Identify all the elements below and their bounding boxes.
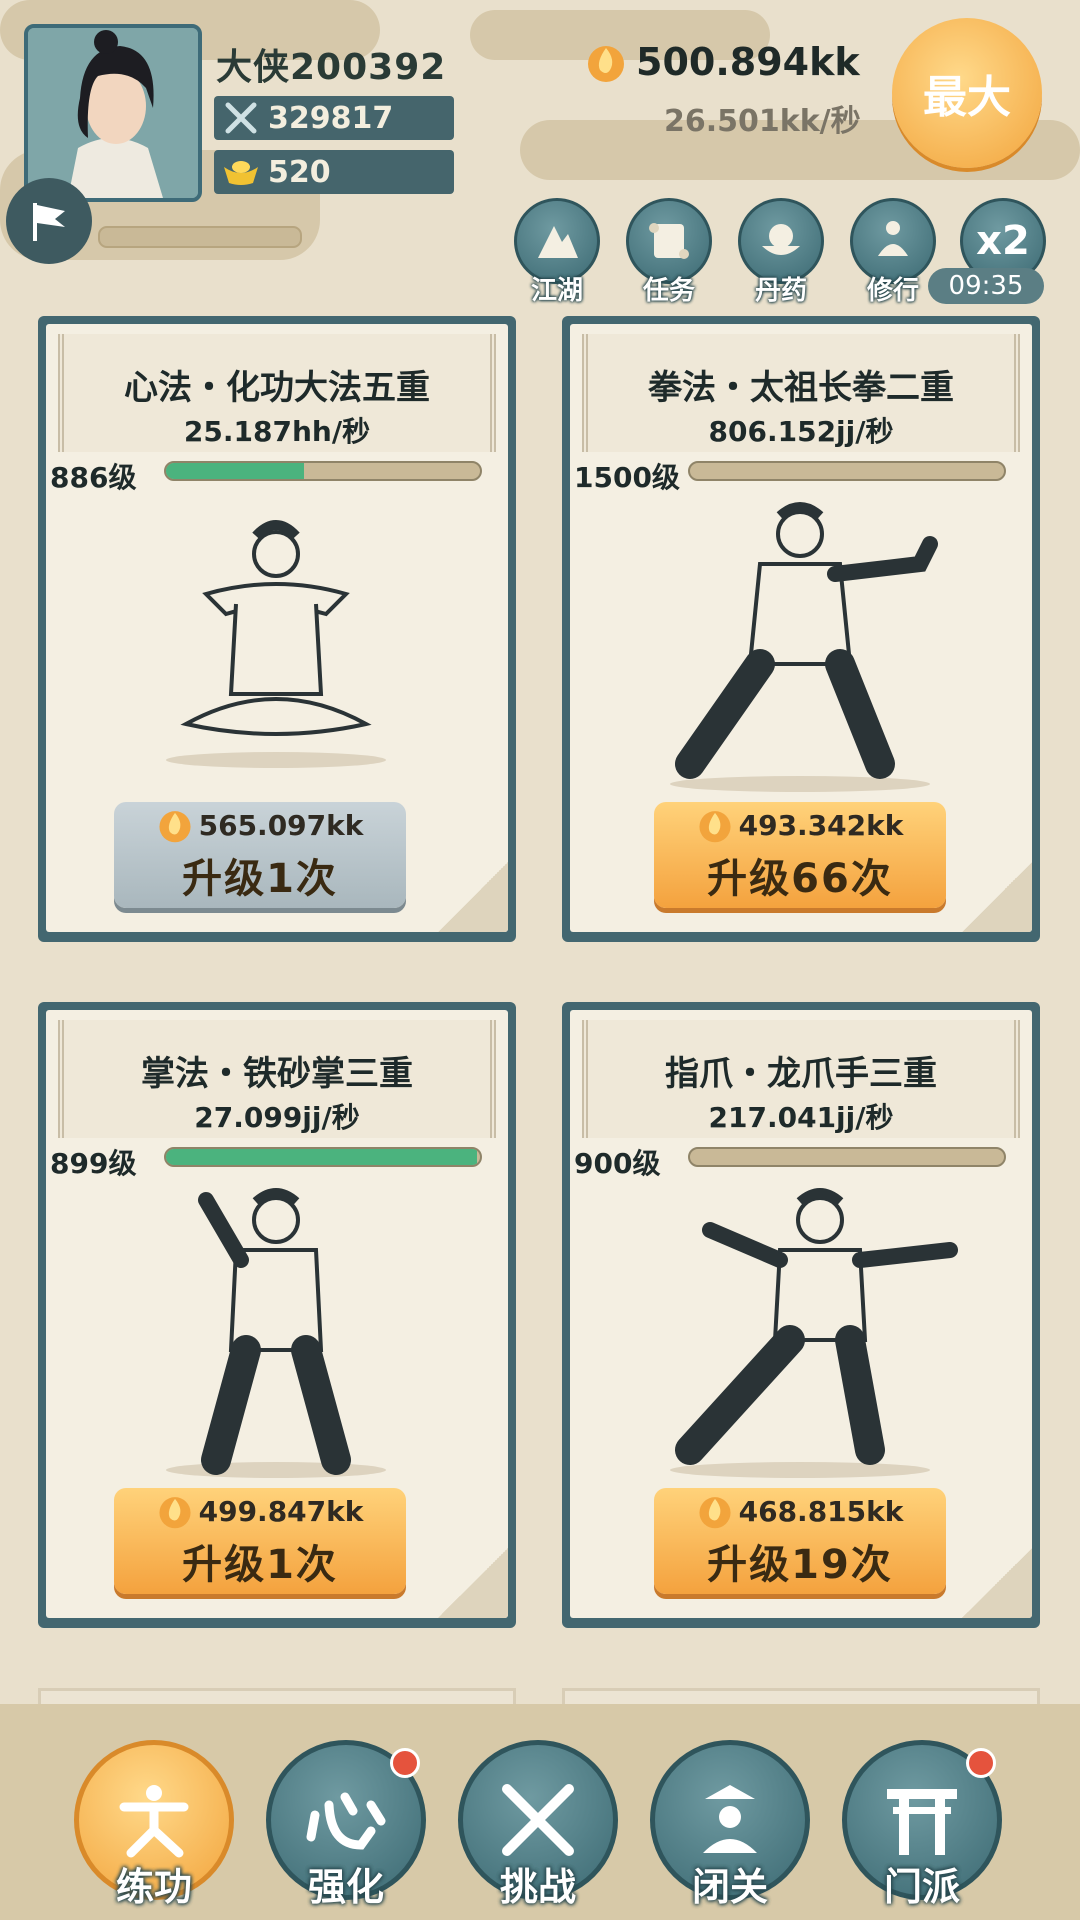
skill-rate: 27.099jj/秒 (194, 1101, 360, 1134)
gold-ingot-icon (214, 150, 268, 194)
card-header: 指爪・龙爪手三重 217.041jj/秒 (582, 1020, 1020, 1138)
scroll-icon (649, 223, 689, 259)
upgrade-label: 升级1次 (182, 1542, 338, 1588)
skill-name: 掌法・铁砂掌三重 (141, 1054, 413, 1094)
gate-icon (887, 1789, 957, 1855)
gold-flame-icon (159, 811, 191, 843)
level-progress-bar (688, 461, 1006, 481)
level-progress-bar (164, 461, 482, 481)
hero-portrait-icon (28, 28, 198, 198)
cost-value: 565.097kk (198, 808, 364, 842)
level-progress-fill (166, 463, 305, 479)
page-curl (962, 862, 1032, 932)
skill-level: 900级 (574, 1147, 661, 1180)
elixir-label: 丹药 (754, 276, 807, 306)
card-body: 掌法・铁砂掌三重 27.099jj/秒 899级 499.847kk 升级1次 (46, 1010, 508, 1618)
level-progress-bar (164, 1147, 482, 1167)
gold-amount: 500.894kk (636, 40, 860, 84)
upgrade-label: 升级66次 (707, 856, 893, 902)
cost-value: 468.815kk (738, 1494, 904, 1528)
upgrade-label: 升级19次 (707, 1542, 893, 1588)
skill-rate: 217.041jj/秒 (708, 1101, 894, 1134)
enhance-badge (390, 1748, 420, 1778)
player-name: 大侠200392 (216, 47, 447, 88)
ingot-stat: 520 (214, 150, 454, 194)
upgrade-button[interactable]: 468.815kk 升级19次 (654, 1488, 946, 1594)
max-button[interactable]: 最大 (892, 18, 1042, 168)
nav-challenge-label: 挑战 (499, 1865, 576, 1909)
card-body: 心法・化功大法五重 25.187hh/秒 886级 565.097kk 升级1次 (46, 324, 508, 932)
power-value: 329817 (268, 100, 394, 136)
power-stat: 329817 (214, 96, 454, 140)
skill-level: 886级 (50, 461, 137, 494)
seclusion-icon (703, 1785, 757, 1853)
player-avatar[interactable] (24, 24, 202, 202)
upgrade-cost: 468.815kk (697, 1492, 904, 1530)
gold-flame-icon (699, 811, 731, 843)
cultivate-label: 修行 (866, 276, 919, 306)
upgrade-cost: 565.097kk (157, 806, 364, 844)
skill-level: 899级 (50, 1147, 137, 1180)
page-curl (438, 862, 508, 932)
sect-badge (966, 1748, 996, 1778)
skill-card: 指爪・龙爪手三重 217.041jj/秒 900级 468.815kk 升级19… (562, 1002, 1040, 1628)
skill-card: 拳法・太祖长拳二重 806.152jj/秒 1500级 493.342kk 升级… (562, 316, 1040, 942)
cost-value: 493.342kk (738, 808, 904, 842)
meditate-icon (878, 221, 908, 256)
nav-sect-label: 门派 (883, 1865, 960, 1909)
card-body: 拳法・太祖长拳二重 806.152jj/秒 1500级 493.342kk 升级… (570, 324, 1032, 932)
nav-seclusion-label: 闭关 (691, 1865, 768, 1909)
level-progress-fill (166, 1149, 477, 1165)
gold-flame-icon (586, 40, 626, 88)
nav-practice-label: 练功 (115, 1865, 192, 1909)
level-progress-bar (688, 1147, 1006, 1167)
pill-bowl-icon (762, 224, 800, 255)
meditating-figure-icon (166, 520, 386, 768)
upgrade-button[interactable]: 493.342kk 升级66次 (654, 802, 946, 908)
skill-name: 心法・化功大法五重 (124, 368, 430, 408)
heart-char-icon (306, 1792, 386, 1850)
upgrade-cost: 493.342kk (697, 806, 904, 844)
page-curl (962, 1548, 1032, 1618)
upgrade-button[interactable]: 499.847kk 升级1次 (114, 1488, 406, 1594)
mountain-icon (538, 226, 578, 258)
upgrade-button[interactable]: 565.097kk 升级1次 (114, 802, 406, 908)
skill-name: 拳法・太祖长拳二重 (648, 368, 954, 408)
claw-stance-figure-icon (670, 1188, 958, 1478)
upgrade-cost: 499.847kk (157, 1492, 364, 1530)
experience-bar (98, 226, 302, 248)
skill-card: 掌法・铁砂掌三重 27.099jj/秒 899级 499.847kk 升级1次 (38, 1002, 516, 1628)
ingot-value: 520 (268, 154, 331, 190)
flag-icon (33, 203, 65, 241)
nav-enhance-label: 强化 (307, 1865, 384, 1909)
crossed-swords-icon (214, 96, 268, 140)
cost-value: 499.847kk (198, 1494, 364, 1528)
palm-stance-figure-icon (166, 1188, 386, 1478)
skill-level: 1500级 (574, 461, 680, 494)
task-label: 任务 (642, 276, 695, 306)
gold-flame-icon (159, 1497, 191, 1529)
skill-card: 心法・化功大法五重 25.187hh/秒 886级 565.097kk 升级1次 (38, 316, 516, 942)
skill-rate: 25.187hh/秒 (183, 415, 371, 448)
upgrade-label: 升级1次 (182, 856, 338, 902)
martial-stance-icon (119, 1785, 189, 1858)
skill-rate: 806.152jj/秒 (708, 415, 894, 448)
card-header: 拳法・太祖长拳二重 806.152jj/秒 (582, 334, 1020, 452)
card-header: 心法・化功大法五重 25.187hh/秒 (58, 334, 496, 452)
skill-name: 指爪・龙爪手三重 (665, 1054, 937, 1094)
card-header: 掌法・铁砂掌三重 27.099jj/秒 (58, 1020, 496, 1138)
crossed-swords-icon (502, 1784, 574, 1856)
page-curl (438, 1548, 508, 1618)
boost-timer: 09:35 (928, 268, 1044, 304)
double-label: x2 (976, 218, 1030, 264)
guild-flag-button[interactable] (6, 178, 92, 264)
card-body: 指爪・龙爪手三重 217.041jj/秒 900级 468.815kk 升级19… (570, 1010, 1032, 1618)
fist-stance-figure-icon (670, 502, 938, 792)
gold-flame-icon (699, 1497, 731, 1529)
gold-rate: 26.501kk/秒 (664, 104, 861, 139)
jianghu-label: 江湖 (530, 276, 583, 306)
